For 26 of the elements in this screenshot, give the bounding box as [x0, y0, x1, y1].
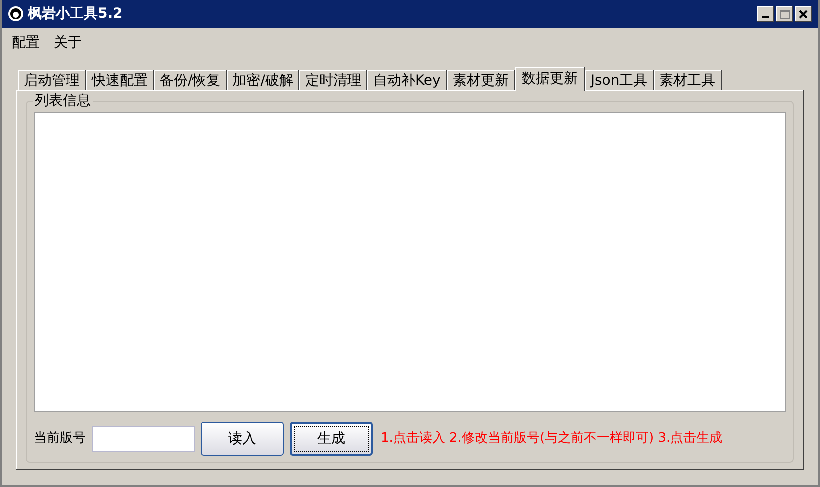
menu-item[interactable]: 关于 [54, 32, 82, 54]
maximize-button[interactable] [776, 6, 793, 22]
close-icon [799, 10, 808, 18]
tab[interactable]: 数据更新 [514, 67, 585, 91]
tab[interactable]: 素材工具 [654, 70, 722, 90]
tab[interactable]: 素材更新 [446, 70, 515, 90]
minimize-button[interactable] [757, 6, 774, 22]
group-title: 列表信息 [33, 92, 93, 110]
action-button[interactable]: 读入 [201, 422, 284, 456]
tab[interactable]: 启动管理 [18, 70, 86, 90]
minimize-icon [762, 16, 769, 18]
tab[interactable]: 快速配置 [86, 70, 154, 90]
app-logo-icon [8, 6, 24, 22]
maximize-icon [780, 10, 790, 18]
tab[interactable]: 加密/破解 [226, 70, 300, 90]
tab[interactable]: 自动补Key [367, 70, 447, 90]
instructions-text: 1.点击读入 2.修改当前版号(与之前不一样即可) 3.点击生成 [381, 430, 723, 448]
close-button[interactable] [795, 6, 812, 22]
menu-item[interactable]: 配置 [12, 32, 40, 54]
action-button[interactable]: 生成 [290, 422, 373, 456]
tab[interactable]: 定时清理 [299, 70, 368, 90]
version-field[interactable] [92, 426, 195, 452]
tab[interactable]: Json工具 [584, 70, 654, 90]
window-title: 枫岩小工具5.2 [28, 4, 123, 24]
version-label: 当前版号 [34, 430, 86, 448]
tab[interactable]: 备份/恢复 [154, 70, 227, 90]
